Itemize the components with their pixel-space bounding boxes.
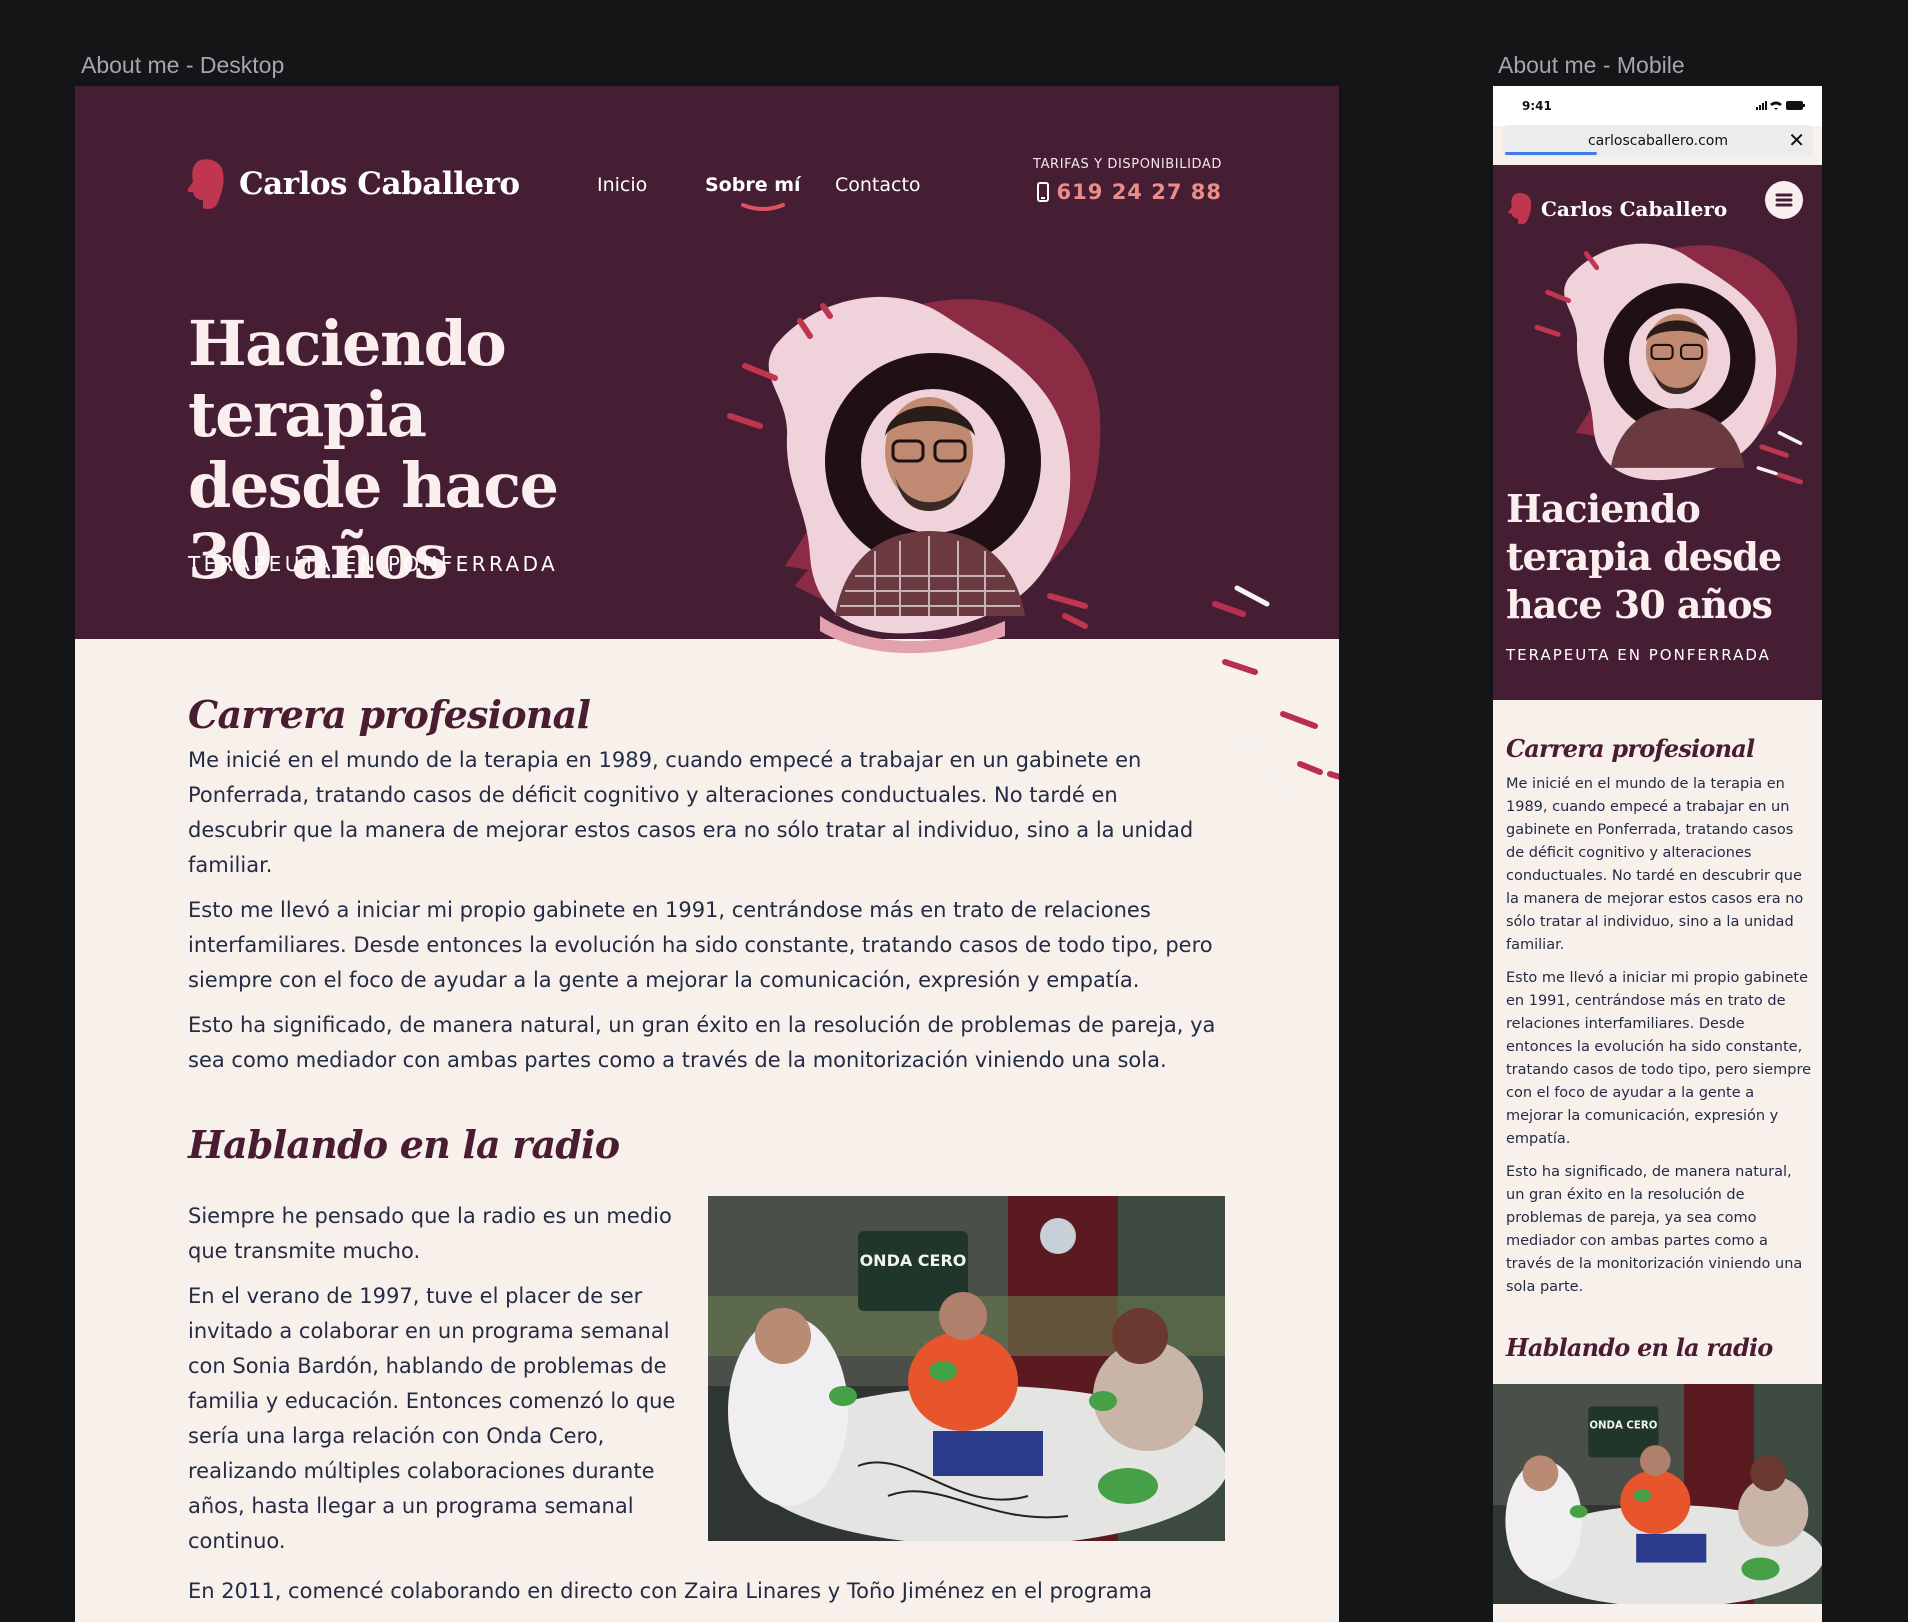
nav-item-sobre-mi[interactable]: Sobre mí	[705, 174, 801, 196]
brand-logo[interactable]: Carlos Caballero	[187, 158, 520, 210]
mobile-career-section: Carrera profesional Me inicié en el mund…	[1506, 734, 1812, 1362]
career-paragraph-1: Me inicié en el mundo de la terapia en 1…	[188, 748, 1194, 877]
signal-wifi-battery-icon	[1756, 101, 1805, 110]
radio-studio-photo: ONDA CERO	[708, 1196, 1225, 1541]
nav-item-contacto[interactable]: Contacto	[835, 174, 921, 196]
mobile-career-paragraph-1: Me inicié en el mundo de la terapia en 1…	[1506, 776, 1804, 953]
status-bar: 9:41	[1493, 86, 1822, 126]
career-paragraph-2: Esto me llevó a iniciar mi propio gabine…	[188, 898, 1213, 992]
mobile-career-paragraph-3: Esto ha significado, de manera natural, …	[1506, 1164, 1803, 1295]
mobile-frame-label: About me - Mobile	[1498, 52, 1685, 78]
page-load-progress	[1505, 152, 1597, 155]
career-paragraph-3: Esto ha significado, de manera natural, …	[188, 1013, 1216, 1072]
hamburger-icon	[1775, 193, 1793, 207]
radio-studio-image: ONDA CERO	[708, 1196, 1225, 1541]
desktop-frame-label: About me - Desktop	[81, 52, 285, 78]
mobile-portrait-illustration	[1534, 243, 1803, 485]
browser-url-bar[interactable]: carloscaballero.com ✕	[1503, 125, 1813, 157]
head-logo-icon	[1508, 192, 1532, 225]
mobile-brand-name: Carlos Caballero	[1541, 196, 1728, 221]
url-text: carloscaballero.com	[1587, 133, 1729, 149]
close-icon[interactable]: ✕	[1788, 128, 1805, 152]
mobile-radio-studio-photo: ONDA CERO	[1493, 1384, 1822, 1604]
head-logo-icon	[187, 159, 224, 209]
phone-icon	[1036, 182, 1049, 202]
mobile-hero-title: Haciendo terapia desde hace 30 años	[1506, 486, 1782, 627]
onda-cero-sign: ONDA CERO	[860, 1251, 967, 1270]
mobile-radio-heading: Hablando en la radio	[1506, 1333, 1773, 1362]
mobile-frame: 9:41 carloscaballero.com ✕ Carlos Caball…	[1493, 86, 1822, 1622]
radio-paragraph-1: Siempre he pensado que la radio es un me…	[188, 1204, 672, 1263]
mobile-hero-subtitle: TERAPEUTA EN PONFERRADA	[1506, 646, 1771, 664]
hero-subtitle: TERAPEUTA EN PONFERRADA	[188, 552, 559, 576]
hero-title: Haciendo terapia desde hace 30 años	[188, 307, 559, 593]
phone-number: 619 24 27 88	[1056, 180, 1222, 204]
brand-name: Carlos Caballero	[239, 166, 520, 202]
phone-link[interactable]: 619 24 27 88	[1033, 180, 1222, 204]
active-underline-icon	[741, 203, 785, 211]
rates-caption: TARIFAS Y DISPONIBILIDAD	[1033, 157, 1222, 172]
portrait-illustration	[727, 296, 1101, 654]
radio-paragraph-2: En el verano de 1997, tuve el placer de …	[188, 1284, 676, 1553]
radio-paragraph-3: En 2011, comencé colaborando en directo …	[188, 1579, 1152, 1603]
career-section: Carrera profesional Me inicié en el mund…	[188, 692, 1238, 1167]
mobile-brand-logo[interactable]: Carlos Caballero	[1508, 192, 1727, 225]
nav-item-inicio[interactable]: Inicio	[597, 174, 647, 196]
mobile-radio-studio-image: ONDA CERO	[1493, 1384, 1822, 1604]
radio-heading: Hablando en la radio	[188, 1122, 620, 1167]
career-heading: Carrera profesional	[188, 692, 591, 737]
mobile-career-heading: Carrera profesional	[1506, 734, 1755, 763]
mobile-career-paragraph-2: Esto me llevó a iniciar mi propio gabine…	[1506, 970, 1812, 1147]
status-time: 9:41	[1522, 99, 1552, 113]
radio-section-text: Siempre he pensado que la radio es un me…	[188, 1199, 688, 1559]
hamburger-menu-button[interactable]	[1765, 181, 1803, 219]
desktop-frame: Carlos Caballero Inicio Sobre mí Contact…	[75, 86, 1339, 1622]
mobile-onda-cero-sign: ONDA CERO	[1589, 1421, 1657, 1432]
contact-block: TARIFAS Y DISPONIBILIDAD 619 24 27 88	[1033, 157, 1222, 204]
